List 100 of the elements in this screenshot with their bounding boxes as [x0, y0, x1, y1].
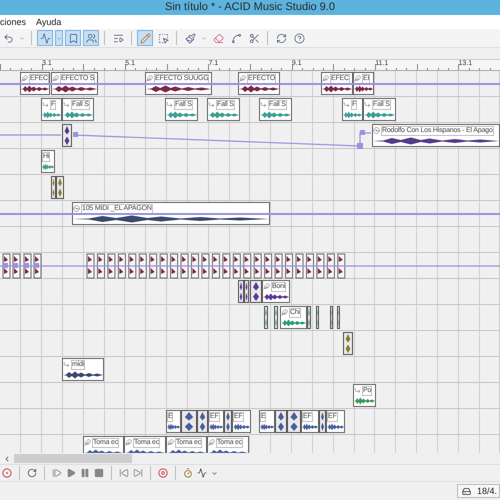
waveform	[354, 396, 375, 406]
clip-sliver[interactable]	[343, 332, 353, 355]
arrow-icon	[63, 101, 70, 108]
pause-icon[interactable]	[80, 468, 90, 478]
caret-icon	[201, 34, 207, 42]
waveform	[322, 84, 352, 94]
tool-button[interactable]	[137, 30, 153, 46]
tool-button[interactable]	[65, 30, 81, 46]
waveform	[263, 292, 289, 302]
menu-item[interactable]: Ayuda	[36, 16, 62, 28]
curve-icon	[230, 32, 242, 44]
clip-sliver[interactable]	[197, 410, 208, 433]
waveform	[260, 110, 291, 120]
help-icon	[294, 32, 304, 44]
clip-sliver[interactable]	[330, 306, 333, 329]
clip-sliver[interactable]	[319, 410, 326, 433]
waveform	[209, 422, 223, 432]
paintbrush-icon	[184, 32, 196, 44]
bookmark-icon	[68, 32, 78, 44]
eraser-icon	[212, 32, 224, 44]
feather-icon	[354, 75, 361, 82]
scissors-icon	[248, 32, 260, 44]
waveform	[260, 422, 274, 432]
waveform	[166, 110, 197, 120]
waveform	[146, 84, 211, 94]
waveform	[52, 84, 97, 94]
waveform	[42, 110, 61, 120]
tool-button[interactable]	[83, 30, 99, 46]
list-icon	[112, 32, 124, 44]
clip-sliver[interactable]	[238, 280, 244, 303]
waveform	[52, 177, 55, 198]
clip-sliver[interactable]	[264, 306, 268, 329]
feather-icon	[21, 75, 28, 82]
caret-icon[interactable]	[211, 470, 218, 476]
waveform	[245, 281, 248, 302]
feather-icon	[52, 75, 59, 82]
feather-icon	[281, 309, 288, 316]
arrow-icon	[42, 101, 49, 108]
clip-sliver[interactable]	[307, 306, 311, 329]
refresh-icon	[276, 32, 286, 44]
wave-icon	[40, 32, 50, 44]
clip-sliver[interactable]	[181, 410, 197, 433]
feather-icon	[322, 75, 329, 82]
waveform	[182, 411, 196, 432]
arrow-icon	[63, 361, 70, 368]
feather-icon	[84, 439, 91, 446]
wave-icon[interactable]	[197, 468, 207, 478]
selection-icon	[158, 32, 168, 44]
clip-sliver[interactable]	[316, 306, 319, 329]
clip-sliver[interactable]	[274, 306, 278, 329]
waveform	[208, 110, 239, 120]
stop-record-icon[interactable]	[158, 468, 168, 478]
feather-icon	[263, 283, 270, 290]
waveform	[343, 110, 362, 120]
caret-icon	[19, 34, 25, 42]
feather-icon	[167, 439, 174, 446]
clip-sliver[interactable]	[62, 124, 72, 147]
waveform	[354, 84, 373, 94]
clip-sliver[interactable]	[244, 280, 249, 303]
arrow-icon	[343, 101, 350, 108]
menu-item[interactable]: ciones	[0, 16, 26, 28]
undo-icon	[2, 32, 14, 44]
arrow-icon	[208, 101, 215, 108]
scrollbar-thumb[interactable]	[14, 454, 132, 463]
stop-icon[interactable]	[94, 468, 104, 478]
clip-sliver[interactable]	[287, 410, 301, 433]
arrow-icon	[260, 101, 267, 108]
waveform	[21, 84, 49, 94]
arrow-icon	[364, 101, 371, 108]
next-icon[interactable]	[133, 468, 143, 478]
clip-sliver[interactable]	[56, 176, 64, 199]
waveform	[63, 110, 93, 120]
window-title: Sin título * - ACID Music Studio 9.0	[165, 1, 335, 14]
previous-icon[interactable]	[119, 468, 129, 478]
clip-sliver[interactable]	[275, 410, 287, 433]
feather-icon	[239, 75, 246, 82]
metronome-icon[interactable]	[183, 468, 193, 478]
people-icon	[86, 32, 96, 44]
feather-icon	[146, 75, 153, 82]
status-time: 18/4.	[476, 486, 497, 496]
clip-sliver[interactable]	[224, 410, 232, 433]
loop-icon[interactable]	[27, 468, 37, 478]
waveform	[63, 370, 103, 380]
waveform	[57, 177, 63, 198]
disc-icon	[373, 127, 380, 134]
play-icon[interactable]	[66, 468, 76, 478]
play-from-start-icon[interactable]	[52, 468, 62, 478]
scroll-left-icon[interactable]	[3, 454, 11, 462]
waveform	[320, 411, 325, 432]
clip-sliver[interactable]	[337, 306, 340, 329]
waveform	[42, 162, 54, 172]
arrow-icon	[166, 101, 173, 108]
disc-icon	[73, 205, 80, 212]
waveform	[251, 281, 261, 302]
waveform	[302, 422, 318, 432]
tool-button[interactable]	[37, 30, 53, 46]
waveform	[364, 110, 395, 120]
record-icon[interactable]	[2, 468, 12, 478]
waveform	[288, 411, 300, 432]
clip-sliver[interactable]	[250, 280, 262, 303]
